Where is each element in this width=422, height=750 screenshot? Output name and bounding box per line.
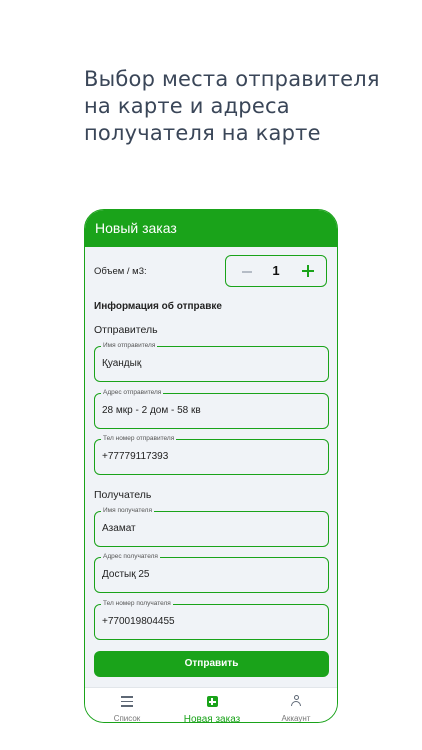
sender-phone-field[interactable]: Тел номер отправителя +77779117393: [94, 435, 329, 475]
promo-headline: Выбор места отправителя на карте и адрес…: [84, 66, 404, 147]
recipient-phone-value: +770019804455: [102, 616, 175, 627]
recipient-phone-label: Тел номер получателя: [101, 600, 173, 608]
volume-label: Объем / м3:: [94, 266, 147, 277]
headline-line-2: на карте и адреса: [84, 94, 290, 118]
volume-stepper[interactable]: 1: [225, 255, 327, 287]
recipient-address-label: Адрес получателя: [101, 553, 160, 561]
headline-line-1: Выбор места отправителя: [84, 67, 380, 91]
sender-name-label: Имя отправителя: [101, 342, 158, 350]
sender-title: Отправитель: [94, 324, 158, 336]
sender-name-field[interactable]: Имя отправителя Қуандық: [94, 342, 329, 382]
recipient-phone-field[interactable]: Тел номер получателя +770019804455: [94, 600, 329, 640]
nav-new-order-label: Новая заказ: [183, 714, 241, 723]
recipient-address-value: Достық 25: [102, 569, 150, 580]
user-icon: [290, 695, 302, 707]
nav-new-order[interactable]: Новая заказ: [172, 694, 252, 723]
shipping-info-title: Информация об отправке: [94, 301, 222, 312]
volume-row: Объем / м3: 1: [85, 255, 337, 289]
app-bar-title: Новый заказ: [85, 210, 337, 247]
sender-address-field[interactable]: Адрес отправителя 28 мкр - 2 дом - 58 кв: [94, 389, 329, 429]
nav-account-label: Аккаунт: [281, 714, 311, 723]
list-icon: [121, 696, 133, 707]
recipient-title: Получатель: [94, 489, 152, 501]
sender-address-label: Адрес отправителя: [101, 389, 164, 397]
add-box-icon: [206, 696, 218, 707]
recipient-name-field[interactable]: Имя получателя Азамат: [94, 507, 329, 547]
nav-list[interactable]: Список: [87, 694, 167, 723]
sender-phone-value: +77779117393: [102, 451, 169, 462]
headline-line-3: получателя на карте: [84, 121, 321, 145]
bottom-nav: Список Новая заказ Аккаунт: [85, 687, 337, 723]
recipient-name-value: Азамат: [102, 523, 136, 534]
recipient-name-label: Имя получателя: [101, 507, 154, 515]
recipient-address-field[interactable]: Адрес получателя Достық 25: [94, 553, 329, 593]
submit-button[interactable]: Отправить: [94, 651, 329, 677]
sender-address-value: 28 мкр - 2 дом - 58 кв: [102, 405, 201, 416]
nav-list-label: Список: [113, 714, 141, 723]
sender-name-value: Қуандық: [102, 358, 142, 369]
nav-account[interactable]: Аккаунт: [256, 694, 336, 723]
sender-phone-label: Тел номер отправителя: [101, 435, 177, 443]
phone-frame: Новый заказ Объем / м3: 1 Информация об …: [84, 209, 338, 723]
plus-icon[interactable]: [302, 265, 314, 277]
